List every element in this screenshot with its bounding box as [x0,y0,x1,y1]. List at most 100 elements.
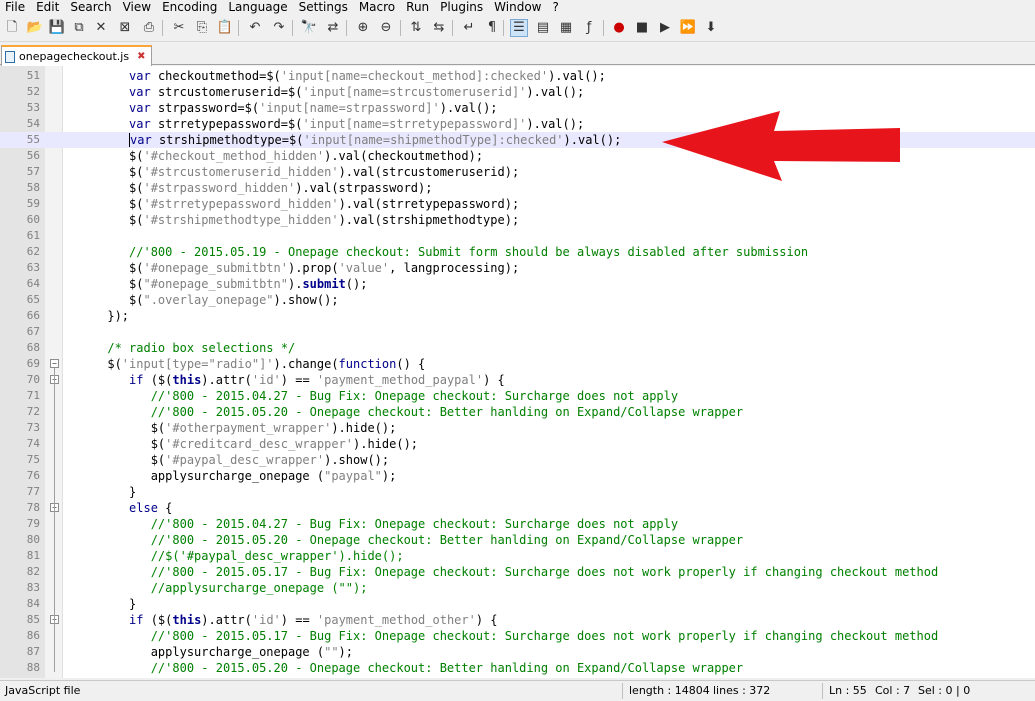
code-line[interactable]: 70− if ($(this).attr('id') == 'payment_m… [0,372,1035,388]
user-language-icon[interactable]: ▤ [534,19,552,37]
code-string: 'input[name=strcustomeruserid]' [302,85,527,99]
code-keyword: if [129,373,144,387]
code-line[interactable]: 67 [0,324,1035,340]
record-macro-icon[interactable]: ● [610,19,628,37]
new-file-icon[interactable]: 🗋 [3,19,21,37]
code-line[interactable]: 88 //'800 - 2015.05.20 - Onepage checkou… [0,660,1035,676]
open-file-icon[interactable]: 📂 [26,19,44,37]
code-token: ); [381,469,397,483]
menu-run[interactable]: Run [401,0,435,14]
menu-settings[interactable]: Settings [294,0,354,14]
code-line[interactable]: 61 [0,228,1035,244]
line-number: 68 [26,341,40,354]
line-number: 74 [26,437,40,450]
code-line[interactable]: 68 /* radio box selections */ [0,340,1035,356]
code-line[interactable]: 73 $('#otherpayment_wrapper').hide(); [0,420,1035,436]
code-line[interactable]: 65 $(".overlay_onepage").show(); [0,292,1035,308]
code-line[interactable]: 77 } [0,484,1035,500]
code-line[interactable]: 62 //'800 - 2015.05.19 - Onepage checkou… [0,244,1035,260]
code-string: '#onepage_submitbtn' [143,261,288,275]
line-number: 80 [26,533,40,546]
code-token: $( [64,261,144,275]
menu-encoding[interactable]: Encoding [157,0,223,14]
code-line[interactable]: 64 $("#onepage_submitbtn").submit(); [0,276,1035,292]
code-line[interactable]: 85− if ($(this).attr('id') == 'payment_m… [0,612,1035,628]
code-string: 'input[type="radio"]' [121,357,274,371]
code-line[interactable]: 87 applysurcharge_onepage (""); [0,644,1035,660]
indent-guide-icon[interactable]: ☰ [510,19,528,37]
code-line[interactable]: 81 //$('#paypal_desc_wrapper').hide(); [0,548,1035,564]
save-macro-icon[interactable]: ⬇ [702,19,720,37]
redo-icon[interactable]: ↷ [270,19,288,37]
code-line[interactable]: 82 //'800 - 2015.05.17 - Bug Fix: Onepag… [0,564,1035,580]
save-icon[interactable]: 💾 [48,19,66,37]
close-icon[interactable]: ✕ [92,19,110,37]
code-line[interactable]: 66 }); [0,308,1035,324]
doc-map-icon[interactable]: ▦ [557,19,575,37]
code-text: var strretypepassword=$('input[name=strr… [64,116,584,132]
cut-icon[interactable]: ✂ [170,19,188,37]
tab-onepagecheckout[interactable]: onepagecheckout.js ✖ [1,45,153,66]
menu-help[interactable]: ? [547,0,564,14]
play-macro-icon[interactable]: ▶ [656,19,674,37]
run-macro-multiple-icon[interactable]: ⏩ [679,19,697,37]
code-comment: //'800 - 2015.05.20 - Onepage checkout: … [150,661,744,675]
status-bar: JavaScript file length : 14804 lines : 3… [0,680,1035,700]
close-all-icon[interactable]: ⊠ [116,19,134,37]
toolbar-separator [400,20,401,36]
undo-icon[interactable]: ↶ [246,19,264,37]
close-tab-icon[interactable]: ✖ [137,51,145,62]
replace-icon[interactable]: ⇄ [324,19,342,37]
code-line[interactable]: 60 $('#strshipmethodtype_hidden').val(st… [0,212,1035,228]
sync-vertical-icon[interactable]: ⇅ [407,19,425,37]
code-line[interactable]: 71 //'800 - 2015.04.27 - Bug Fix: Onepag… [0,388,1035,404]
code-line[interactable]: 86 //'800 - 2015.05.17 - Bug Fix: Onepag… [0,628,1035,644]
code-line[interactable]: 58 $('#strpassword_hidden').val(strpassw… [0,180,1035,196]
menu-edit[interactable]: Edit [31,0,65,14]
menu-view[interactable]: View [118,0,157,14]
code-line[interactable]: 80 //'800 - 2015.05.20 - Onepage checkou… [0,532,1035,548]
code-string: 'input[name=strretypepassword]' [302,117,527,131]
menu-language[interactable]: Language [223,0,293,14]
code-line[interactable]: 69 − $('input[type="radio"]').change(func… [0,356,1035,372]
copy-icon[interactable]: ⎘ [193,19,211,37]
code-string: 'value' [338,261,390,275]
paste-icon[interactable]: 📋 [216,19,234,37]
code-token: ).val(); [548,69,606,83]
code-line[interactable]: 59 $('#strretypepassword_hidden').val(st… [0,196,1035,212]
code-line[interactable]: 84 } [0,596,1035,612]
code-line[interactable]: 75 $('#paypal_desc_wrapper').show(); [0,452,1035,468]
code-line[interactable]: 78− else { [0,500,1035,516]
code-line[interactable]: 63 $('#onepage_submitbtn').prop('value',… [0,260,1035,276]
sync-horizontal-icon[interactable]: ⇆ [430,19,448,37]
menu-macro[interactable]: Macro [354,0,401,14]
code-line[interactable]: 52 var strcustomeruserid=$('input[name=s… [0,84,1035,100]
show-all-chars-icon[interactable]: ¶ [483,19,501,37]
status-ln: Ln : 55 [829,684,867,697]
code-line[interactable]: 79 //'800 - 2015.04.27 - Bug Fix: Onepag… [0,516,1035,532]
stop-macro-icon[interactable]: ■ [633,19,651,37]
code-line[interactable]: 72 //'800 - 2015.05.20 - Onepage checkou… [0,404,1035,420]
zoom-in-icon[interactable]: ⊕ [354,19,372,37]
code-string: 'payment_method_paypal' [316,373,484,387]
menu-search[interactable]: Search [65,0,117,14]
menu-file[interactable]: File [0,0,31,14]
code-line[interactable]: 83 //applysurcharge_onepage (""); [0,580,1035,596]
zoom-out-icon[interactable]: ⊖ [377,19,395,37]
word-wrap-icon[interactable]: ↵ [460,19,478,37]
code-line[interactable]: 51 var checkoutmethod=$('input[name=chec… [0,68,1035,84]
fold-toggle-icon[interactable]: − [50,359,59,368]
code-line[interactable]: 74 $('#creditcard_desc_wrapper').hide(); [0,436,1035,452]
function-list-icon[interactable]: ƒ [580,19,598,37]
print-icon[interactable]: ⎙ [140,19,158,37]
code-token: $( [64,357,122,371]
menu-plugins[interactable]: Plugins [435,0,489,14]
code-token: ) == [280,613,317,627]
code-line[interactable]: 76 applysurcharge_onepage ("paypal"); [0,468,1035,484]
menu-window[interactable]: Window [489,0,547,14]
save-all-icon[interactable]: ⧉ [70,19,88,37]
find-icon[interactable]: 🔭 [300,19,318,37]
tab-bar: onepagecheckout.js ✖ [0,43,1035,66]
